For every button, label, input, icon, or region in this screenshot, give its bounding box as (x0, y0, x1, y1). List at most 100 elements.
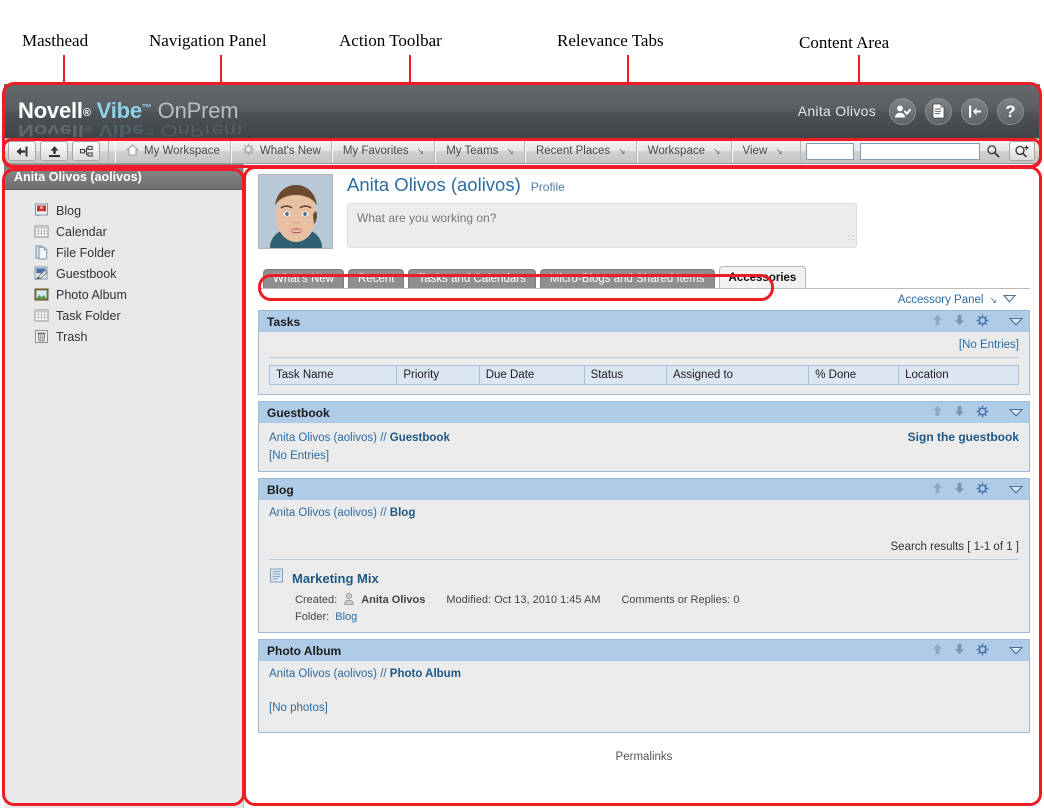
upload-button[interactable] (40, 141, 68, 161)
column-header: Location (899, 366, 1019, 385)
sidebar-item-photo-album[interactable]: Photo Album (34, 284, 243, 305)
collapse-icon[interactable] (1009, 644, 1023, 658)
panel-body: Anita Olivos (aolivos) // Blog Search re… (259, 500, 1029, 632)
search-icon[interactable] (982, 141, 1004, 161)
brand-onprem: OnPrem (158, 98, 239, 123)
gear-icon[interactable] (976, 405, 989, 421)
collapse-icon[interactable] (1009, 483, 1023, 497)
gear-icon[interactable] (976, 314, 989, 330)
user-profile-icon[interactable] (889, 98, 916, 125)
sign-the-guestbook-link[interactable]: Sign the guestbook (908, 430, 1019, 444)
sidebar-item-calendar[interactable]: Calendar (34, 221, 243, 242)
tab-whats-new[interactable]: What's New (263, 269, 344, 288)
chevron-down-icon: ↘ (417, 146, 425, 157)
chevron-down-icon: ↘ (713, 146, 721, 157)
move-down-icon[interactable] (954, 314, 965, 329)
breadcrumb-prefix: Anita Olivos (aolivos) // (269, 507, 390, 519)
brand-logo: Novell® Vibe™ OnPrem Novell® Vibe™ OnPre… (18, 98, 238, 124)
move-down-icon[interactable] (954, 482, 965, 497)
move-up-icon[interactable] (932, 405, 943, 420)
divider (269, 559, 1019, 560)
collapse-icon[interactable] (1009, 406, 1023, 420)
logout-icon[interactable] (961, 98, 988, 125)
task-folder-icon (34, 308, 49, 323)
gear-icon[interactable] (976, 643, 989, 659)
folder-label: Folder: (295, 611, 329, 623)
sidebar-item-trash[interactable]: Trash (34, 326, 243, 347)
no-photos-label: [No photos] (269, 702, 1019, 714)
sidebar-item-guestbook[interactable]: Guestbook (34, 263, 243, 284)
entry-metadata: Created: Anita Olivos Modified: Oct 13, … (295, 592, 1019, 608)
panel-tasks: Tasks (258, 310, 1030, 395)
toolbar-item-label: My Teams (446, 145, 498, 157)
collapse-icon[interactable] (1003, 294, 1016, 306)
breadcrumb[interactable]: Anita Olivos (aolivos) // Guestbook (269, 432, 450, 444)
toolbar-item-workspace[interactable]: Workspace ↘ (637, 139, 732, 163)
navigation-panel: Anita Olivos (aolivos) Blo (4, 164, 244, 808)
permalinks-footer[interactable]: Permalinks (258, 739, 1030, 763)
toolbar-item-label: View (743, 145, 768, 157)
toolbar-item-view[interactable]: View ↘ (732, 139, 793, 163)
sidebar-item-file-folder[interactable]: File Folder (34, 242, 243, 263)
sidebar-item-label: Blog (56, 204, 81, 218)
clipboard-icon[interactable] (925, 98, 952, 125)
toolbar-item-label: Recent Places (536, 145, 610, 157)
brand-novell: Novell (18, 98, 83, 123)
tab-label: Tasks and Calendars (418, 273, 525, 285)
tab-micro-blogs-and-shared-items[interactable]: Micro-Blogs and Shared Items (540, 269, 715, 288)
user-avatar-icon (343, 592, 355, 608)
tab-label: Accessories (729, 272, 797, 284)
move-up-icon[interactable] (932, 643, 943, 658)
search-scope-input[interactable] (806, 143, 854, 160)
accessory-panel-link[interactable]: Accessory Panel (898, 294, 984, 306)
sidebar-item-task-folder[interactable]: Task Folder (34, 305, 243, 326)
chevron-down-icon[interactable]: ↘ (989, 295, 997, 306)
back-button[interactable] (8, 141, 36, 161)
toolbar-item-my-favorites[interactable]: My Favorites ↘ (332, 139, 435, 163)
breadcrumb[interactable]: Anita Olivos (aolivos) // Blog (269, 507, 1019, 519)
created-by: Anita Olivos (361, 594, 425, 606)
breadcrumb[interactable]: Anita Olivos (aolivos) // Photo Album (269, 668, 1019, 680)
panel-title: Guestbook (267, 406, 330, 420)
status-update-input[interactable]: What are you working on? ∷ (347, 203, 857, 248)
toolbar-item-my-teams[interactable]: My Teams ↘ (435, 139, 525, 163)
help-icon[interactable]: ? (997, 98, 1024, 125)
tab-recent[interactable]: Recent (348, 269, 404, 288)
no-entries-label: [No Entries] (269, 339, 1019, 351)
masthead-user-area: Anita Olivos (798, 98, 1024, 125)
page-title: Anita Olivos (aolivos) (347, 174, 521, 196)
collapse-icon[interactable] (1009, 315, 1023, 329)
entry-title[interactable]: Marketing Mix (292, 571, 379, 586)
move-up-icon[interactable] (932, 482, 943, 497)
toolbar-divider (108, 141, 109, 161)
modified-date: Modified: Oct 13, 2010 1:45 AM (446, 594, 600, 606)
toolbar-item-my-workspace[interactable]: My Workspace (115, 139, 231, 163)
tree-view-button[interactable] (72, 141, 100, 161)
resize-grip-icon[interactable]: ∷ (848, 233, 853, 244)
list-item[interactable]: Marketing Mix (269, 568, 1019, 588)
tab-tasks-and-calendars[interactable]: Tasks and Calendars (408, 269, 535, 288)
action-toolbar: My Workspace What's New My Favorites ↘ (4, 138, 1040, 164)
sidebar-item-label: Guestbook (56, 267, 116, 281)
table-header-row: Task Name Priority Due Date Status Assig… (270, 366, 1019, 385)
toolbar-item-recent-places[interactable]: Recent Places ↘ (525, 139, 637, 163)
profile-link[interactable]: Profile (531, 180, 565, 194)
panel-header: Blog (259, 479, 1029, 500)
toolbar-item-whats-new[interactable]: What's New (231, 139, 332, 163)
folder-link[interactable]: Blog (335, 611, 357, 623)
move-up-icon[interactable] (932, 314, 943, 329)
panel-header: Photo Album (259, 640, 1029, 661)
move-down-icon[interactable] (954, 405, 965, 420)
search-input[interactable] (860, 143, 980, 160)
gear-sun-icon (242, 143, 255, 159)
profile-details: Anita Olivos (aolivos) Profile What are … (347, 174, 1030, 249)
accessory-panel-bar: Accessory Panel ↘ (258, 289, 1030, 310)
entry-folder: Folder: Blog (295, 611, 1019, 623)
toolbar-item-label: Workspace (648, 145, 705, 157)
tab-accessories[interactable]: Accessories (719, 266, 807, 288)
gear-icon[interactable] (976, 482, 989, 498)
move-down-icon[interactable] (954, 643, 965, 658)
panel-body: Anita Olivos (aolivos) // Guestbook Sign… (259, 423, 1029, 471)
advanced-search-icon[interactable] (1009, 141, 1035, 161)
sidebar-item-blog[interactable]: Blog (34, 200, 243, 221)
